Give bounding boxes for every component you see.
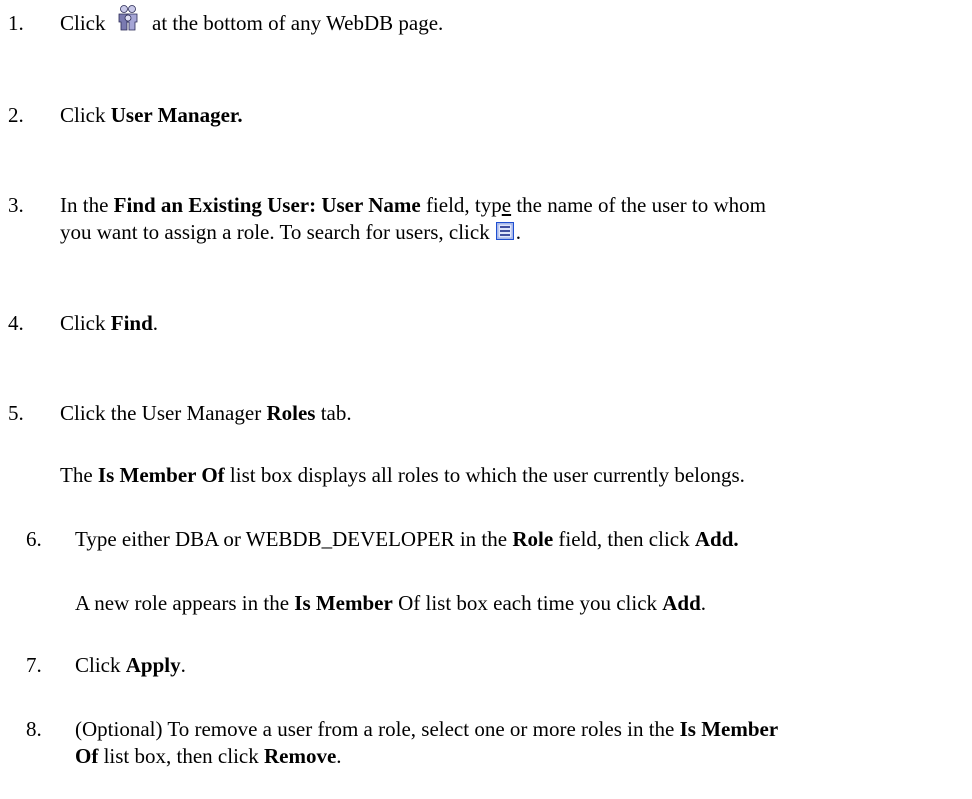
step-text-mid2: the name of the user to whom [511, 193, 766, 217]
step-text: (Optional) To remove a user from a role,… [75, 717, 680, 741]
ui-label-is-member: Is Member [294, 591, 393, 615]
step-text-end: . [336, 744, 342, 768]
step-number: 6. [26, 527, 42, 551]
note-text-end: list box displays all roles to which the… [224, 463, 745, 487]
note-text: A new role appears in the [75, 591, 295, 615]
step-number: 1. [8, 11, 24, 35]
ui-label-remove: Remove [263, 744, 337, 768]
step-number: 3. [8, 193, 24, 217]
ui-label-is-member-of: Is Member Of [97, 463, 225, 487]
ui-label-roles: Roles [266, 401, 316, 425]
step-text: Click [75, 653, 126, 677]
step-text-line2: you want to assign a role. To search for… [60, 220, 490, 244]
step-number: 2. [8, 103, 24, 127]
ui-label-is-member: Is Member [679, 717, 779, 741]
ui-label-of: Of [75, 744, 99, 768]
step-text-mid: field, then click [553, 527, 695, 551]
step-number: 5. [8, 401, 24, 425]
step-5-note: The Is Member Of list box displays all r… [60, 462, 745, 489]
ui-label-user-manager: User Manager. [110, 103, 243, 127]
step-text: Click [60, 11, 106, 35]
step-text-end: . [515, 220, 521, 244]
step-number: 8. [26, 717, 42, 741]
step-number: 4. [8, 311, 24, 335]
step-text: In the [60, 193, 114, 217]
note-text: The [60, 463, 98, 487]
step-text-end: at the bottom of any WebDB page. [152, 11, 444, 35]
list-lookup-icon [495, 222, 514, 241]
note-text-end: . [700, 591, 707, 615]
ui-label-apply: Apply [125, 653, 181, 677]
step-number: 7. [26, 653, 42, 677]
ui-label-find-user-name: Find an Existing User: User Name [113, 193, 421, 217]
step-6-note: A new role appears in the Is Member Of l… [75, 590, 706, 617]
ui-label-add: Add [662, 591, 701, 615]
step-text-end: tab. [315, 401, 352, 425]
step-text: Click [60, 311, 111, 335]
step-text: Click [60, 103, 111, 127]
step-text-end: . [152, 311, 159, 335]
ui-label-role: Role [512, 527, 554, 551]
step-text: Click the User Manager [60, 401, 267, 425]
ui-label-find: Find [110, 311, 153, 335]
ui-label-add: Add. [694, 527, 739, 551]
step-text-line2: list box, then click [98, 744, 264, 768]
note-text-mid: Of list box each time you click [392, 591, 663, 615]
step-text-mid: field, typ [420, 193, 502, 217]
step-text: Type either DBA or WEBDB_DEVELOPER in th… [75, 527, 513, 551]
step-text-end: . [180, 653, 186, 677]
people-group-icon [118, 5, 138, 31]
underlined-char: e [501, 193, 512, 217]
